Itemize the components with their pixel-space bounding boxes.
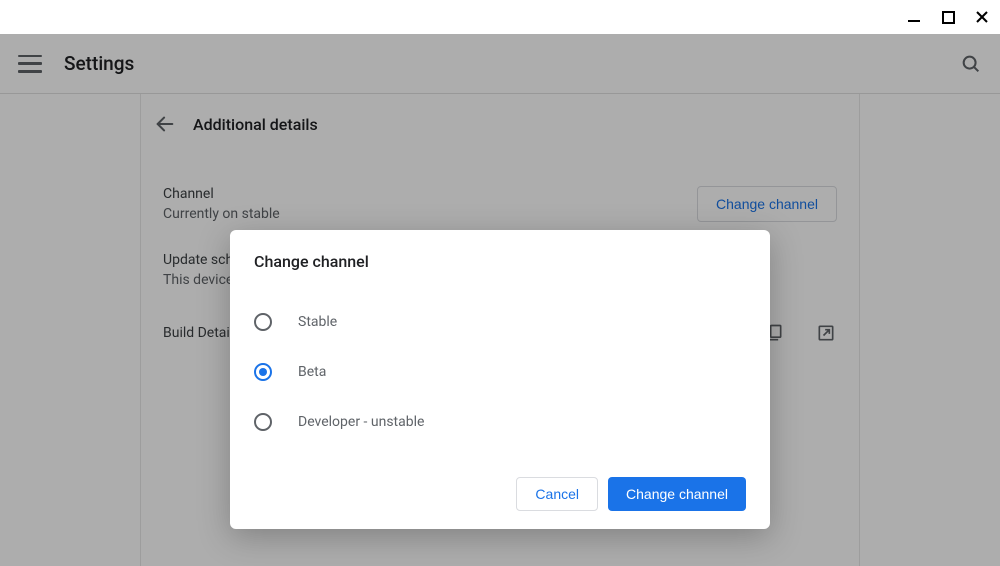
radio-label: Beta <box>298 364 326 380</box>
radio-label: Stable <box>298 314 337 330</box>
radio-icon <box>254 313 272 331</box>
radio-option-stable[interactable]: Stable <box>254 297 746 347</box>
radio-icon <box>254 413 272 431</box>
window-titlebar <box>0 0 1000 34</box>
radio-label: Developer - unstable <box>298 414 424 430</box>
confirm-change-channel-button[interactable]: Change channel <box>608 477 746 511</box>
dialog-actions: Cancel Change channel <box>254 477 746 511</box>
dialog-title: Change channel <box>254 252 746 271</box>
modal-scrim[interactable]: Change channel Stable Beta Developer - u… <box>0 34 1000 566</box>
change-channel-dialog: Change channel Stable Beta Developer - u… <box>230 230 770 529</box>
window-minimize-button[interactable] <box>906 9 922 25</box>
window-close-button[interactable] <box>974 9 990 25</box>
radio-icon <box>254 363 272 381</box>
radio-option-beta[interactable]: Beta <box>254 347 746 397</box>
cancel-button[interactable]: Cancel <box>516 477 598 511</box>
window-maximize-button[interactable] <box>940 9 956 25</box>
radio-option-developer[interactable]: Developer - unstable <box>254 397 746 447</box>
